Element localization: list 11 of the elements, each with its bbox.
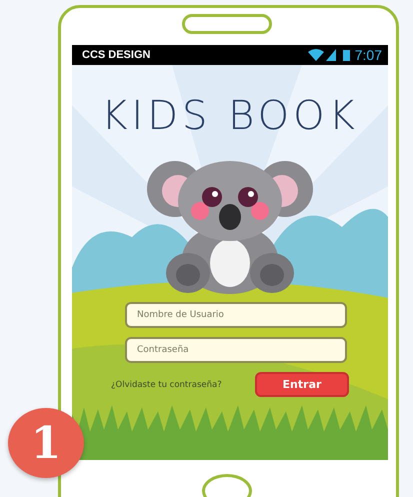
forgot-password-link[interactable]: ¿Olvidaste tu contraseña? bbox=[111, 380, 222, 390]
login-button[interactable]: Entrar bbox=[255, 372, 349, 397]
status-time: 7:07 bbox=[354, 47, 382, 63]
status-title: CCS DESIGN bbox=[82, 49, 152, 61]
app-title: KIDS BOOK bbox=[101, 93, 359, 139]
wifi-icon bbox=[308, 49, 324, 61]
username-field[interactable]: Nombre de Usuario bbox=[125, 302, 347, 328]
battery-icon bbox=[342, 49, 350, 61]
step-badge: 1 bbox=[8, 408, 84, 478]
signal-icon bbox=[326, 49, 336, 61]
password-field[interactable]: Contraseña bbox=[125, 337, 347, 363]
